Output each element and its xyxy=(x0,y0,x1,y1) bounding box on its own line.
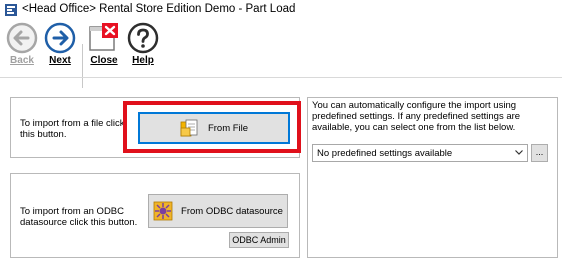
browse-settings-button[interactable]: ... xyxy=(531,144,548,162)
help-label: Help xyxy=(132,55,154,66)
chevron-down-icon xyxy=(515,150,523,155)
odbc-import-panel: To import from an ODBC datasource click … xyxy=(10,173,300,258)
close-label: Close xyxy=(90,55,118,66)
toolbar-divider xyxy=(0,77,562,78)
back-button[interactable]: Back xyxy=(2,22,42,74)
next-button[interactable]: Next xyxy=(40,22,80,74)
odbc-admin-button[interactable]: ODBC Admin xyxy=(229,232,289,248)
odbc-import-description: To import from an ODBC datasource click … xyxy=(20,206,138,228)
predefined-settings-select[interactable]: No predefined settings available xyxy=(312,144,528,162)
toolbar: Back Next Close Help xyxy=(0,20,562,88)
from-odbc-label: From ODBC datasource xyxy=(181,205,283,217)
predefined-description: You can automatically configure the impo… xyxy=(312,100,521,133)
odbc-datasource-icon xyxy=(153,201,173,221)
close-button[interactable]: Close xyxy=(84,22,124,74)
toolbar-separator xyxy=(82,44,83,88)
close-window-icon xyxy=(89,23,118,51)
window-title: <Head Office> Rental Store Edition Demo … xyxy=(22,3,296,15)
back-label: Back xyxy=(10,55,34,66)
folder-file-icon xyxy=(180,119,198,137)
predefined-selected-value: No predefined settings available xyxy=(317,148,453,159)
predefined-settings-panel: You can automatically configure the impo… xyxy=(307,97,558,258)
file-import-panel: To import from a file click this button.… xyxy=(10,97,300,158)
from-odbc-button[interactable]: From ODBC datasource xyxy=(148,194,288,228)
next-arrow-icon xyxy=(44,22,76,54)
back-arrow-icon xyxy=(6,22,38,54)
from-file-button[interactable]: From File xyxy=(138,112,290,144)
file-import-description: To import from a file click this button. xyxy=(20,118,125,140)
help-button[interactable]: Help xyxy=(123,22,163,74)
next-label: Next xyxy=(49,55,71,66)
help-question-icon xyxy=(127,22,159,54)
app-icon xyxy=(5,4,17,16)
from-file-label: From File xyxy=(207,122,249,134)
title-bar: <Head Office> Rental Store Edition Demo … xyxy=(0,0,562,20)
